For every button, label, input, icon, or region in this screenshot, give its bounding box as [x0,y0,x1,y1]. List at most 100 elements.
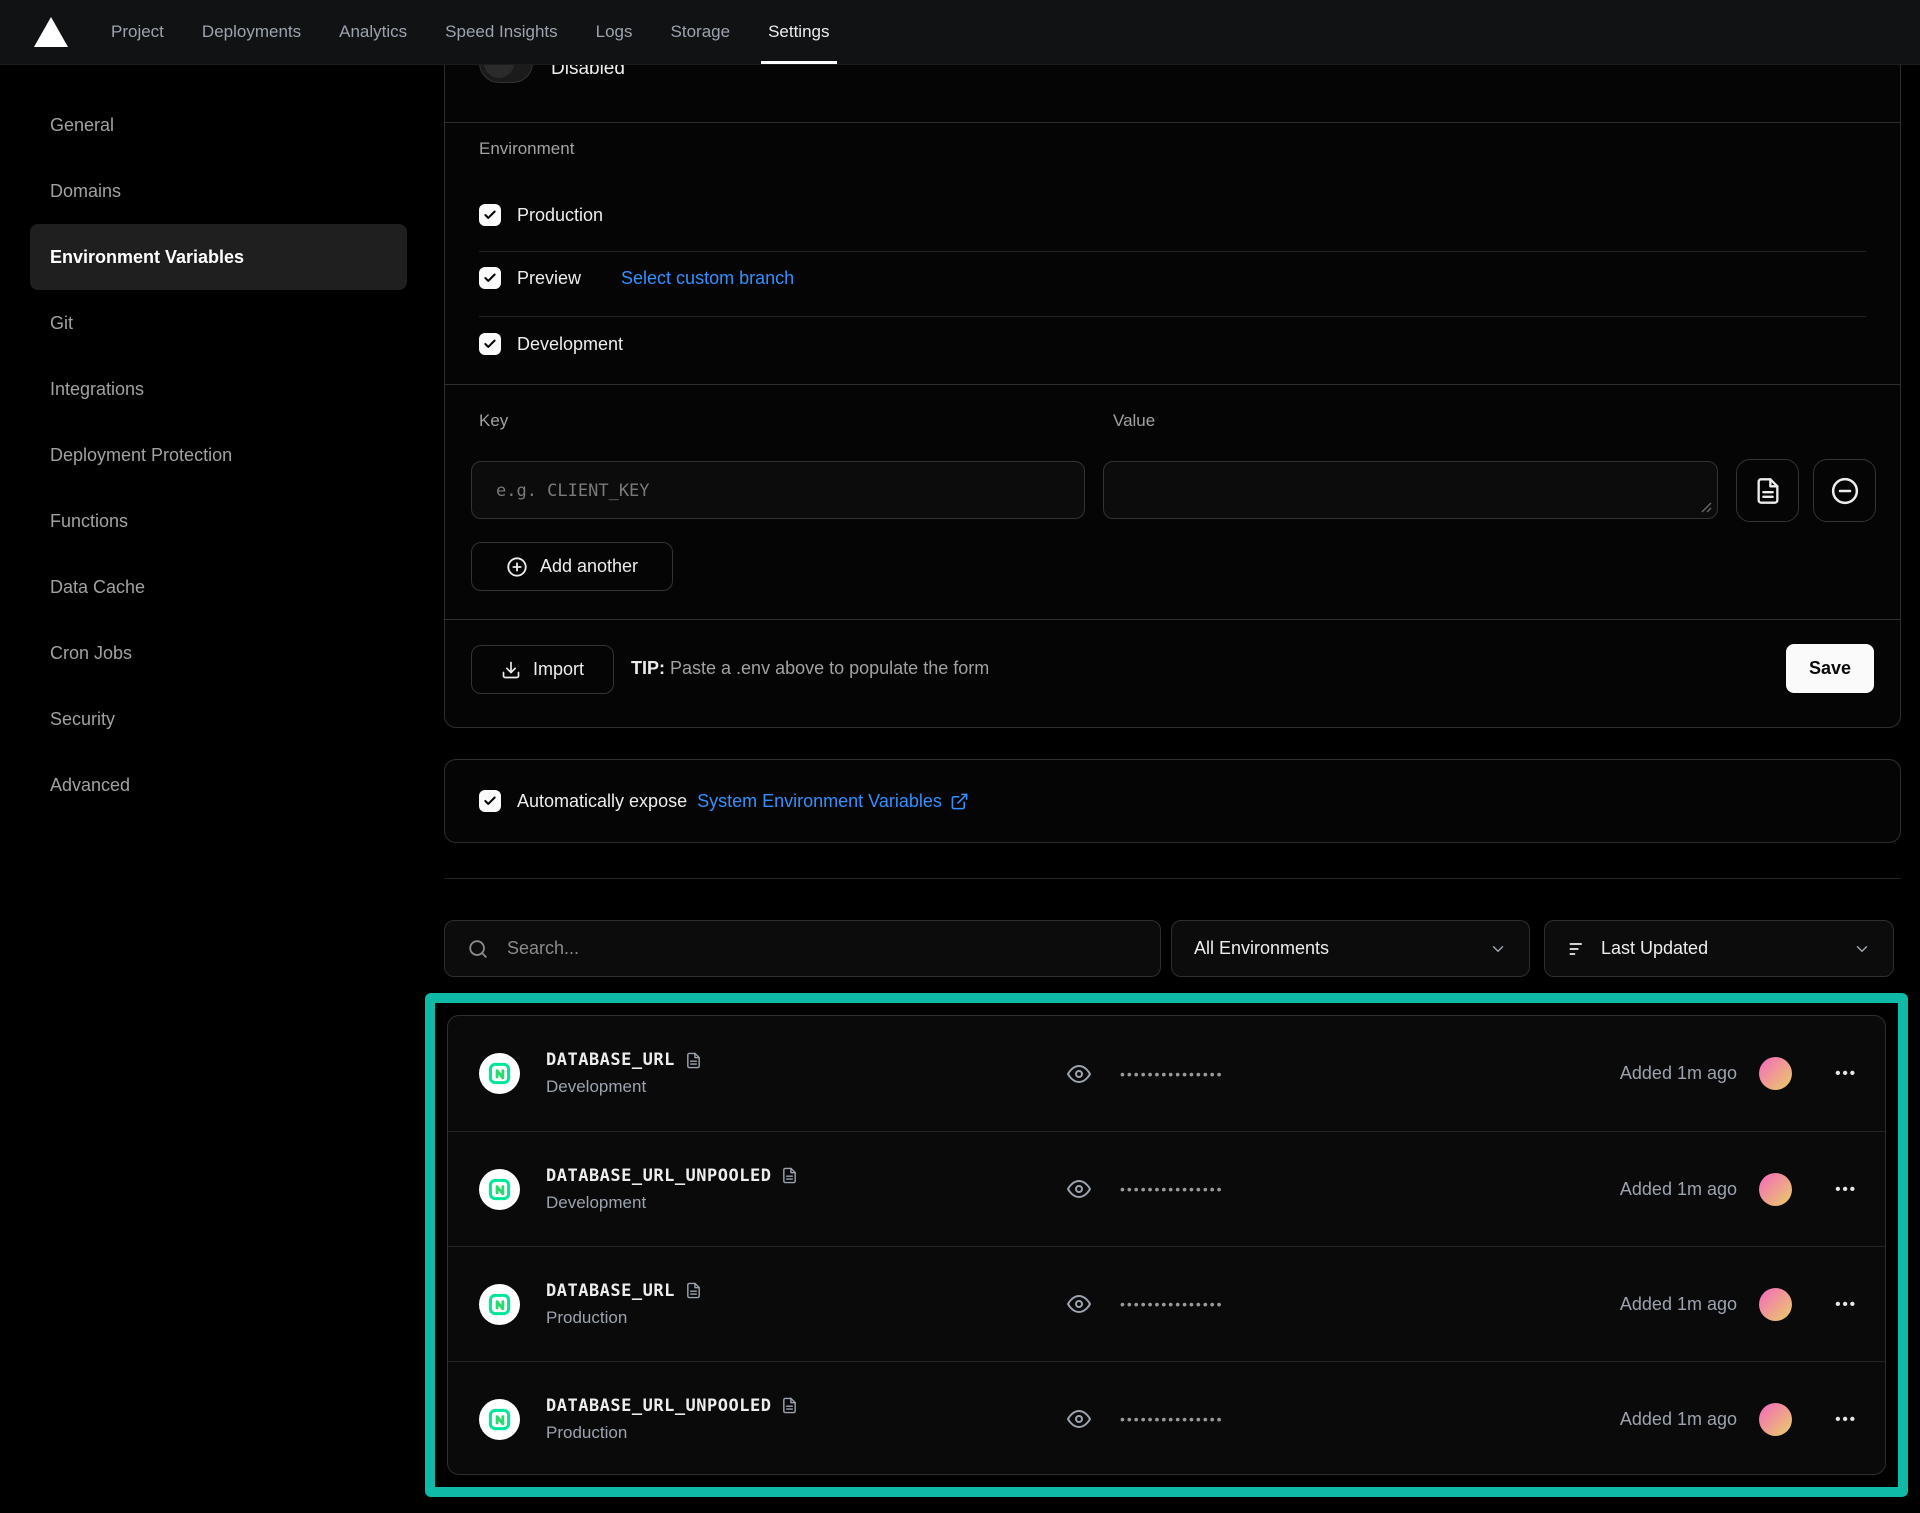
add-another-label: Add another [540,556,638,577]
import-button[interactable]: Import [471,645,614,694]
sidebar-item-deployment-protection[interactable]: Deployment Protection [30,422,407,488]
row-menu-button[interactable]: ••• [1835,1411,1857,1428]
env-value-block: ••••••••••••••• [1064,1407,1224,1431]
env-variables-form-panel: Disabled Environment Production Preview … [444,0,1901,728]
paste-env-file-button[interactable] [1736,459,1799,522]
masked-value: ••••••••••••••• [1120,1181,1224,1197]
row-menu-button[interactable]: ••• [1835,1296,1857,1313]
vercel-logo-icon[interactable] [34,17,68,47]
neon-logo-icon [488,1062,511,1085]
environment-section-label: Environment [479,139,574,159]
sidebar-item-environment-variables[interactable]: Environment Variables [30,224,407,290]
user-avatar[interactable] [1759,1057,1792,1090]
sidebar-item-advanced[interactable]: Advanced [30,752,407,818]
note-icon[interactable] [685,1052,702,1069]
sort-dropdown[interactable]: Last Updated [1544,920,1894,977]
env-text-block: DATABASE_URL Development [546,1050,702,1097]
added-timestamp: Added 1m ago [1620,1409,1737,1430]
save-button[interactable]: Save [1786,644,1874,693]
sort-icon [1567,939,1587,959]
masked-value: ••••••••••••••• [1120,1411,1224,1427]
key-field-label: Key [479,411,508,431]
user-avatar[interactable] [1759,1173,1792,1206]
vercel-settings-page: Project Deployments Analytics Speed Insi… [0,0,1920,1513]
environment-option-preview: Preview Select custom branch [479,267,794,289]
search-input[interactable] [507,938,1138,959]
sidebar-item-cron-jobs[interactable]: Cron Jobs [30,620,407,686]
select-custom-branch-link[interactable]: Select custom branch [621,268,794,289]
nav-tab-analytics[interactable]: Analytics [320,0,426,64]
note-icon[interactable] [685,1282,702,1299]
row-menu-button[interactable]: ••• [1835,1065,1857,1082]
env-variable-row[interactable]: DATABASE_URL_UNPOOLED Development ••••••… [448,1131,1885,1246]
system-env-variables-link-text: System Environment Variables [697,791,942,812]
tip-text: TIP: Paste a .env above to populate the … [631,658,989,679]
auto-expose-checkbox[interactable] [479,790,501,812]
nav-tab-deployments[interactable]: Deployments [183,0,320,64]
sidebar-item-domains[interactable]: Domains [30,158,407,224]
import-label: Import [533,659,584,680]
sidebar-item-security[interactable]: Security [30,686,407,752]
check-icon [483,794,497,808]
production-label: Production [517,205,603,226]
section-divider [445,384,1900,385]
eye-icon[interactable] [1064,1292,1094,1316]
user-avatar[interactable] [1759,1288,1792,1321]
env-key-name: DATABASE_URL [546,1281,675,1301]
env-value-block: ••••••••••••••• [1064,1177,1224,1201]
nav-tab-speed-insights[interactable]: Speed Insights [426,0,576,64]
value-input[interactable] [1103,461,1718,519]
eye-icon[interactable] [1064,1062,1094,1086]
footer-divider [445,619,1900,620]
note-icon[interactable] [781,1167,798,1184]
nav-tab-storage[interactable]: Storage [652,0,750,64]
env-variable-row[interactable]: DATABASE_URL_UNPOOLED Production •••••••… [448,1361,1885,1475]
eye-icon[interactable] [1064,1177,1094,1201]
env-variables-list: DATABASE_URL Development •••••••••••••••… [447,1015,1886,1475]
check-icon [483,337,497,351]
nav-tab-project[interactable]: Project [92,0,183,64]
eye-icon[interactable] [1064,1407,1094,1431]
env-variable-row[interactable]: DATABASE_URL Production ••••••••••••••• … [448,1246,1885,1361]
environment-filter-dropdown[interactable]: All Environments [1171,920,1530,977]
check-icon [483,271,497,285]
neon-integration-icon [479,1169,520,1210]
sidebar-item-git[interactable]: Git [30,290,407,356]
neon-logo-icon [488,1408,511,1431]
key-input[interactable] [471,461,1085,519]
user-avatar[interactable] [1759,1403,1792,1436]
nav-tab-logs[interactable]: Logs [577,0,652,64]
env-key-name: DATABASE_URL_UNPOOLED [546,1396,771,1416]
nav-tab-settings[interactable]: Settings [749,0,848,64]
sidebar-item-data-cache[interactable]: Data Cache [30,554,407,620]
settings-sidebar: General Domains Environment Variables Gi… [0,92,436,818]
sidebar-item-general[interactable]: General [30,92,407,158]
env-environment: Development [546,1077,702,1097]
row-menu-button[interactable]: ••• [1835,1181,1857,1198]
preview-checkbox[interactable] [479,267,501,289]
env-key-name: DATABASE_URL_UNPOOLED [546,1166,771,1186]
check-icon [483,208,497,222]
env-text-block: DATABASE_URL Production [546,1281,702,1328]
masked-value: ••••••••••••••• [1120,1296,1224,1312]
development-checkbox[interactable] [479,333,501,355]
neon-logo-icon [488,1178,511,1201]
chevron-down-icon [1853,940,1871,958]
environment-option-production: Production [479,204,603,226]
added-timestamp: Added 1m ago [1620,1063,1737,1084]
system-env-panel: Automatically expose System Environment … [444,759,1901,843]
sidebar-item-functions[interactable]: Functions [30,488,407,554]
system-env-variables-link[interactable]: System Environment Variables [697,791,969,812]
remove-row-button[interactable] [1813,459,1876,522]
resize-handle-icon[interactable] [1700,501,1712,513]
auto-expose-label: Automatically expose [517,791,687,812]
sidebar-item-integrations[interactable]: Integrations [30,356,407,422]
add-another-button[interactable]: Add another [471,542,673,591]
note-icon[interactable] [781,1397,798,1414]
tip-body: Paste a .env above to populate the form [665,658,989,678]
production-checkbox[interactable] [479,204,501,226]
expose-row: Automatically expose System Environment … [479,790,969,812]
search-container [444,920,1161,977]
env-value-block: ••••••••••••••• [1064,1292,1224,1316]
env-variable-row[interactable]: DATABASE_URL Development •••••••••••••••… [448,1016,1885,1131]
